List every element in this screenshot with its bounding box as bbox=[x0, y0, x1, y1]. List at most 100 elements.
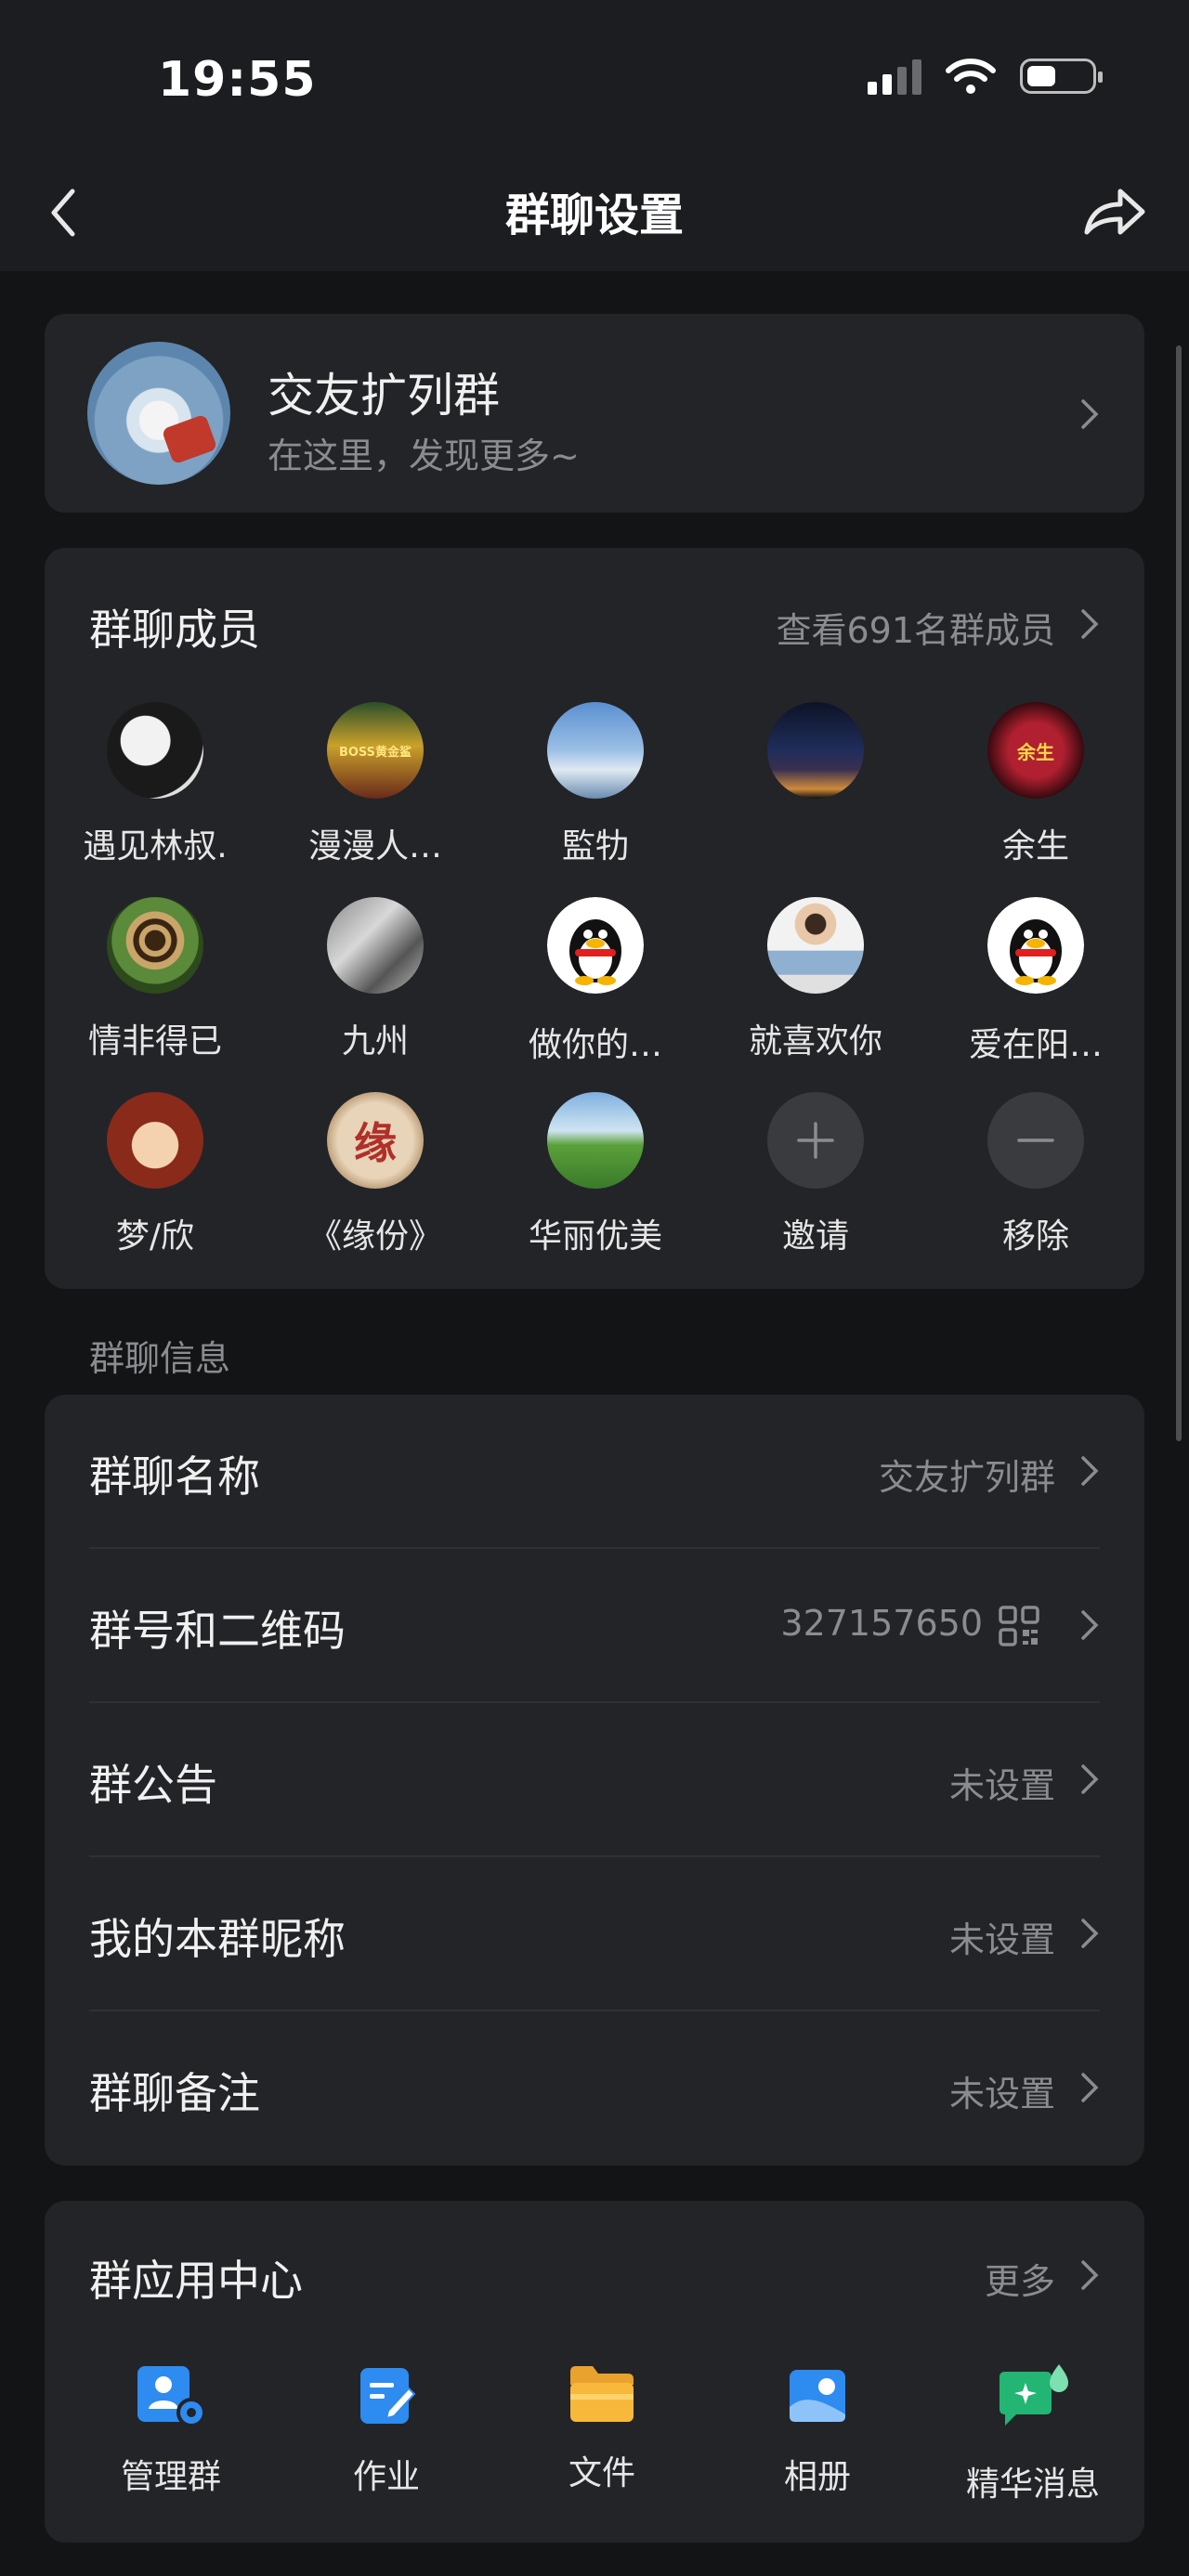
group-description: 在这里，发现更多~ bbox=[268, 436, 580, 476]
app-label: 管理群 bbox=[120, 2458, 221, 2496]
member-item[interactable]: 九州 bbox=[265, 897, 486, 1062]
folder-icon bbox=[570, 2366, 634, 2422]
apps-title: 群应用中心 bbox=[89, 2256, 303, 2306]
member-item[interactable] bbox=[705, 702, 926, 819]
member-name: 監牞 bbox=[561, 827, 629, 865]
remove-member-button[interactable]: 移除 bbox=[925, 1092, 1146, 1257]
app-label: 相册 bbox=[783, 2458, 851, 2496]
member-name: 余生 bbox=[1001, 827, 1069, 865]
status-time: 19:55 bbox=[158, 52, 317, 108]
member-item[interactable]: 爱在阳… bbox=[925, 897, 1146, 1066]
member-avatar[interactable]: BOSS黄金鲨 bbox=[327, 702, 424, 799]
members-card: 群聊成员 查看691名群成员 遇见林叔. BOSS黄金鲨 漫漫人… 監牞 余生 … bbox=[45, 548, 1144, 1289]
member-name: 就喜欢你 bbox=[748, 1022, 882, 1060]
remove-label: 移除 bbox=[1001, 1217, 1069, 1255]
group-name-row[interactable]: 群聊名称 交友扩列群 bbox=[45, 1395, 1144, 1549]
member-item[interactable]: 遇见林叔. bbox=[45, 702, 266, 867]
app-label: 精华消息 bbox=[965, 2465, 1100, 2504]
view-all-members-link[interactable]: 查看691名群成员 bbox=[776, 602, 1055, 653]
qq-penguin-icon[interactable] bbox=[987, 897, 1084, 994]
chevron-right-icon[interactable] bbox=[1079, 607, 1100, 641]
chevron-right-icon[interactable] bbox=[1079, 2258, 1100, 2292]
qrcode-icon bbox=[999, 1606, 1039, 1646]
member-name: 《缘份》 bbox=[307, 1217, 442, 1255]
member-item[interactable]: 华丽优美 bbox=[485, 1092, 706, 1257]
row-label: 群聊备注 bbox=[89, 2068, 260, 2118]
group-name: 交友扩列群 bbox=[268, 369, 500, 423]
group-announcement-row[interactable]: 群公告 未设置 bbox=[45, 1703, 1144, 1857]
album-icon bbox=[790, 2370, 845, 2422]
manage-group-icon bbox=[137, 2366, 206, 2427]
member-avatar[interactable] bbox=[767, 897, 864, 994]
chevron-right-icon bbox=[1081, 399, 1099, 429]
qq-penguin-icon[interactable] bbox=[547, 897, 644, 994]
member-item[interactable]: 監牞 bbox=[485, 702, 706, 867]
member-avatar[interactable] bbox=[107, 702, 203, 799]
group-remark-row[interactable]: 群聊备注 未设置 bbox=[45, 2011, 1144, 2166]
member-name: 爱在阳… bbox=[968, 1026, 1103, 1064]
chevron-right-icon bbox=[1081, 1764, 1099, 1794]
group-apps-card: 群应用中心 更多 管理群 作业 文件 相册 精华消息 bbox=[45, 2201, 1144, 2543]
row-label: 我的本群昵称 bbox=[89, 1914, 346, 1964]
signal-icon bbox=[868, 58, 921, 95]
member-item[interactable]: BOSS黄金鲨 漫漫人… bbox=[265, 702, 486, 867]
member-avatar[interactable] bbox=[547, 702, 644, 799]
avatar-text: 缘 bbox=[354, 1118, 397, 1168]
member-name: 华丽优美 bbox=[528, 1217, 662, 1255]
member-avatar[interactable]: 缘 bbox=[327, 1092, 424, 1189]
app-manage-group[interactable]: 管理群 bbox=[63, 2362, 279, 2498]
apps-more-link[interactable]: 更多 bbox=[985, 2253, 1055, 2304]
member-name: 梦/欣 bbox=[115, 1217, 195, 1255]
app-essence-messages[interactable]: 精华消息 bbox=[925, 2362, 1141, 2505]
scrollbar[interactable] bbox=[1176, 345, 1182, 1441]
share-icon[interactable] bbox=[1078, 178, 1152, 243]
member-name: 遇见林叔. bbox=[83, 827, 228, 865]
plus-icon[interactable] bbox=[767, 1092, 864, 1189]
row-value: 未设置 bbox=[948, 2074, 1055, 2114]
battery-icon bbox=[1020, 59, 1103, 94]
member-avatar[interactable] bbox=[327, 897, 424, 994]
member-item[interactable]: 余生 余生 bbox=[925, 702, 1146, 867]
member-avatar[interactable]: 余生 bbox=[987, 702, 1084, 799]
group-number-qrcode-row[interactable]: 群号和二维码 327157650 bbox=[45, 1549, 1144, 1703]
homework-icon bbox=[360, 2368, 416, 2424]
essence-message-icon bbox=[1000, 2364, 1068, 2426]
row-label: 群公告 bbox=[89, 1760, 217, 1810]
member-avatar[interactable] bbox=[767, 702, 864, 799]
member-avatar[interactable] bbox=[107, 1092, 203, 1189]
row-label: 群聊名称 bbox=[89, 1451, 260, 1502]
app-homework[interactable]: 作业 bbox=[279, 2362, 494, 2498]
my-nickname-row[interactable]: 我的本群昵称 未设置 bbox=[45, 1857, 1144, 2011]
app-album[interactable]: 相册 bbox=[710, 2362, 925, 2498]
nav-bar: 群聊设置 bbox=[0, 158, 1189, 271]
status-icons bbox=[868, 58, 1103, 95]
member-item[interactable]: 情非得已 bbox=[45, 897, 266, 1062]
row-value: 未设置 bbox=[948, 1919, 1055, 1960]
app-files[interactable]: 文件 bbox=[494, 2362, 710, 2494]
row-value: 交友扩列群 bbox=[878, 1457, 1055, 1498]
avatar-text: BOSS黄金鲨 bbox=[338, 745, 412, 760]
row-label: 群号和二维码 bbox=[89, 1606, 346, 1656]
section-label-group-info: 群聊信息 bbox=[89, 1338, 231, 1379]
group-header-card[interactable]: 交友扩列群 在这里，发现更多~ bbox=[45, 314, 1144, 513]
row-value: 327157650 bbox=[780, 1603, 983, 1644]
app-label: 作业 bbox=[352, 2458, 420, 2496]
status-bar: 19:55 bbox=[0, 0, 1189, 158]
minus-icon[interactable] bbox=[987, 1092, 1084, 1189]
chevron-right-icon bbox=[1081, 1919, 1099, 1948]
group-avatar[interactable] bbox=[87, 342, 230, 485]
wifi-icon bbox=[946, 59, 996, 94]
member-avatar[interactable] bbox=[547, 1092, 644, 1189]
group-info-card: 群聊名称 交友扩列群 群号和二维码 327157650 群公告 未设置 我的本群… bbox=[45, 1395, 1144, 2166]
member-avatar[interactable] bbox=[107, 897, 203, 994]
member-item[interactable]: 缘 《缘份》 bbox=[265, 1092, 486, 1257]
avatar-text: 余生 bbox=[1017, 740, 1054, 763]
chevron-right-icon bbox=[1081, 1456, 1099, 1486]
members-title: 群聊成员 bbox=[89, 605, 260, 655]
member-item[interactable]: 就喜欢你 bbox=[705, 897, 926, 1062]
invite-member-button[interactable]: 邀请 bbox=[705, 1092, 926, 1257]
member-item[interactable]: 做你的… bbox=[485, 897, 706, 1066]
member-name: 九州 bbox=[341, 1022, 409, 1060]
invite-label: 邀请 bbox=[781, 1217, 849, 1255]
member-item[interactable]: 梦/欣 bbox=[45, 1092, 266, 1257]
